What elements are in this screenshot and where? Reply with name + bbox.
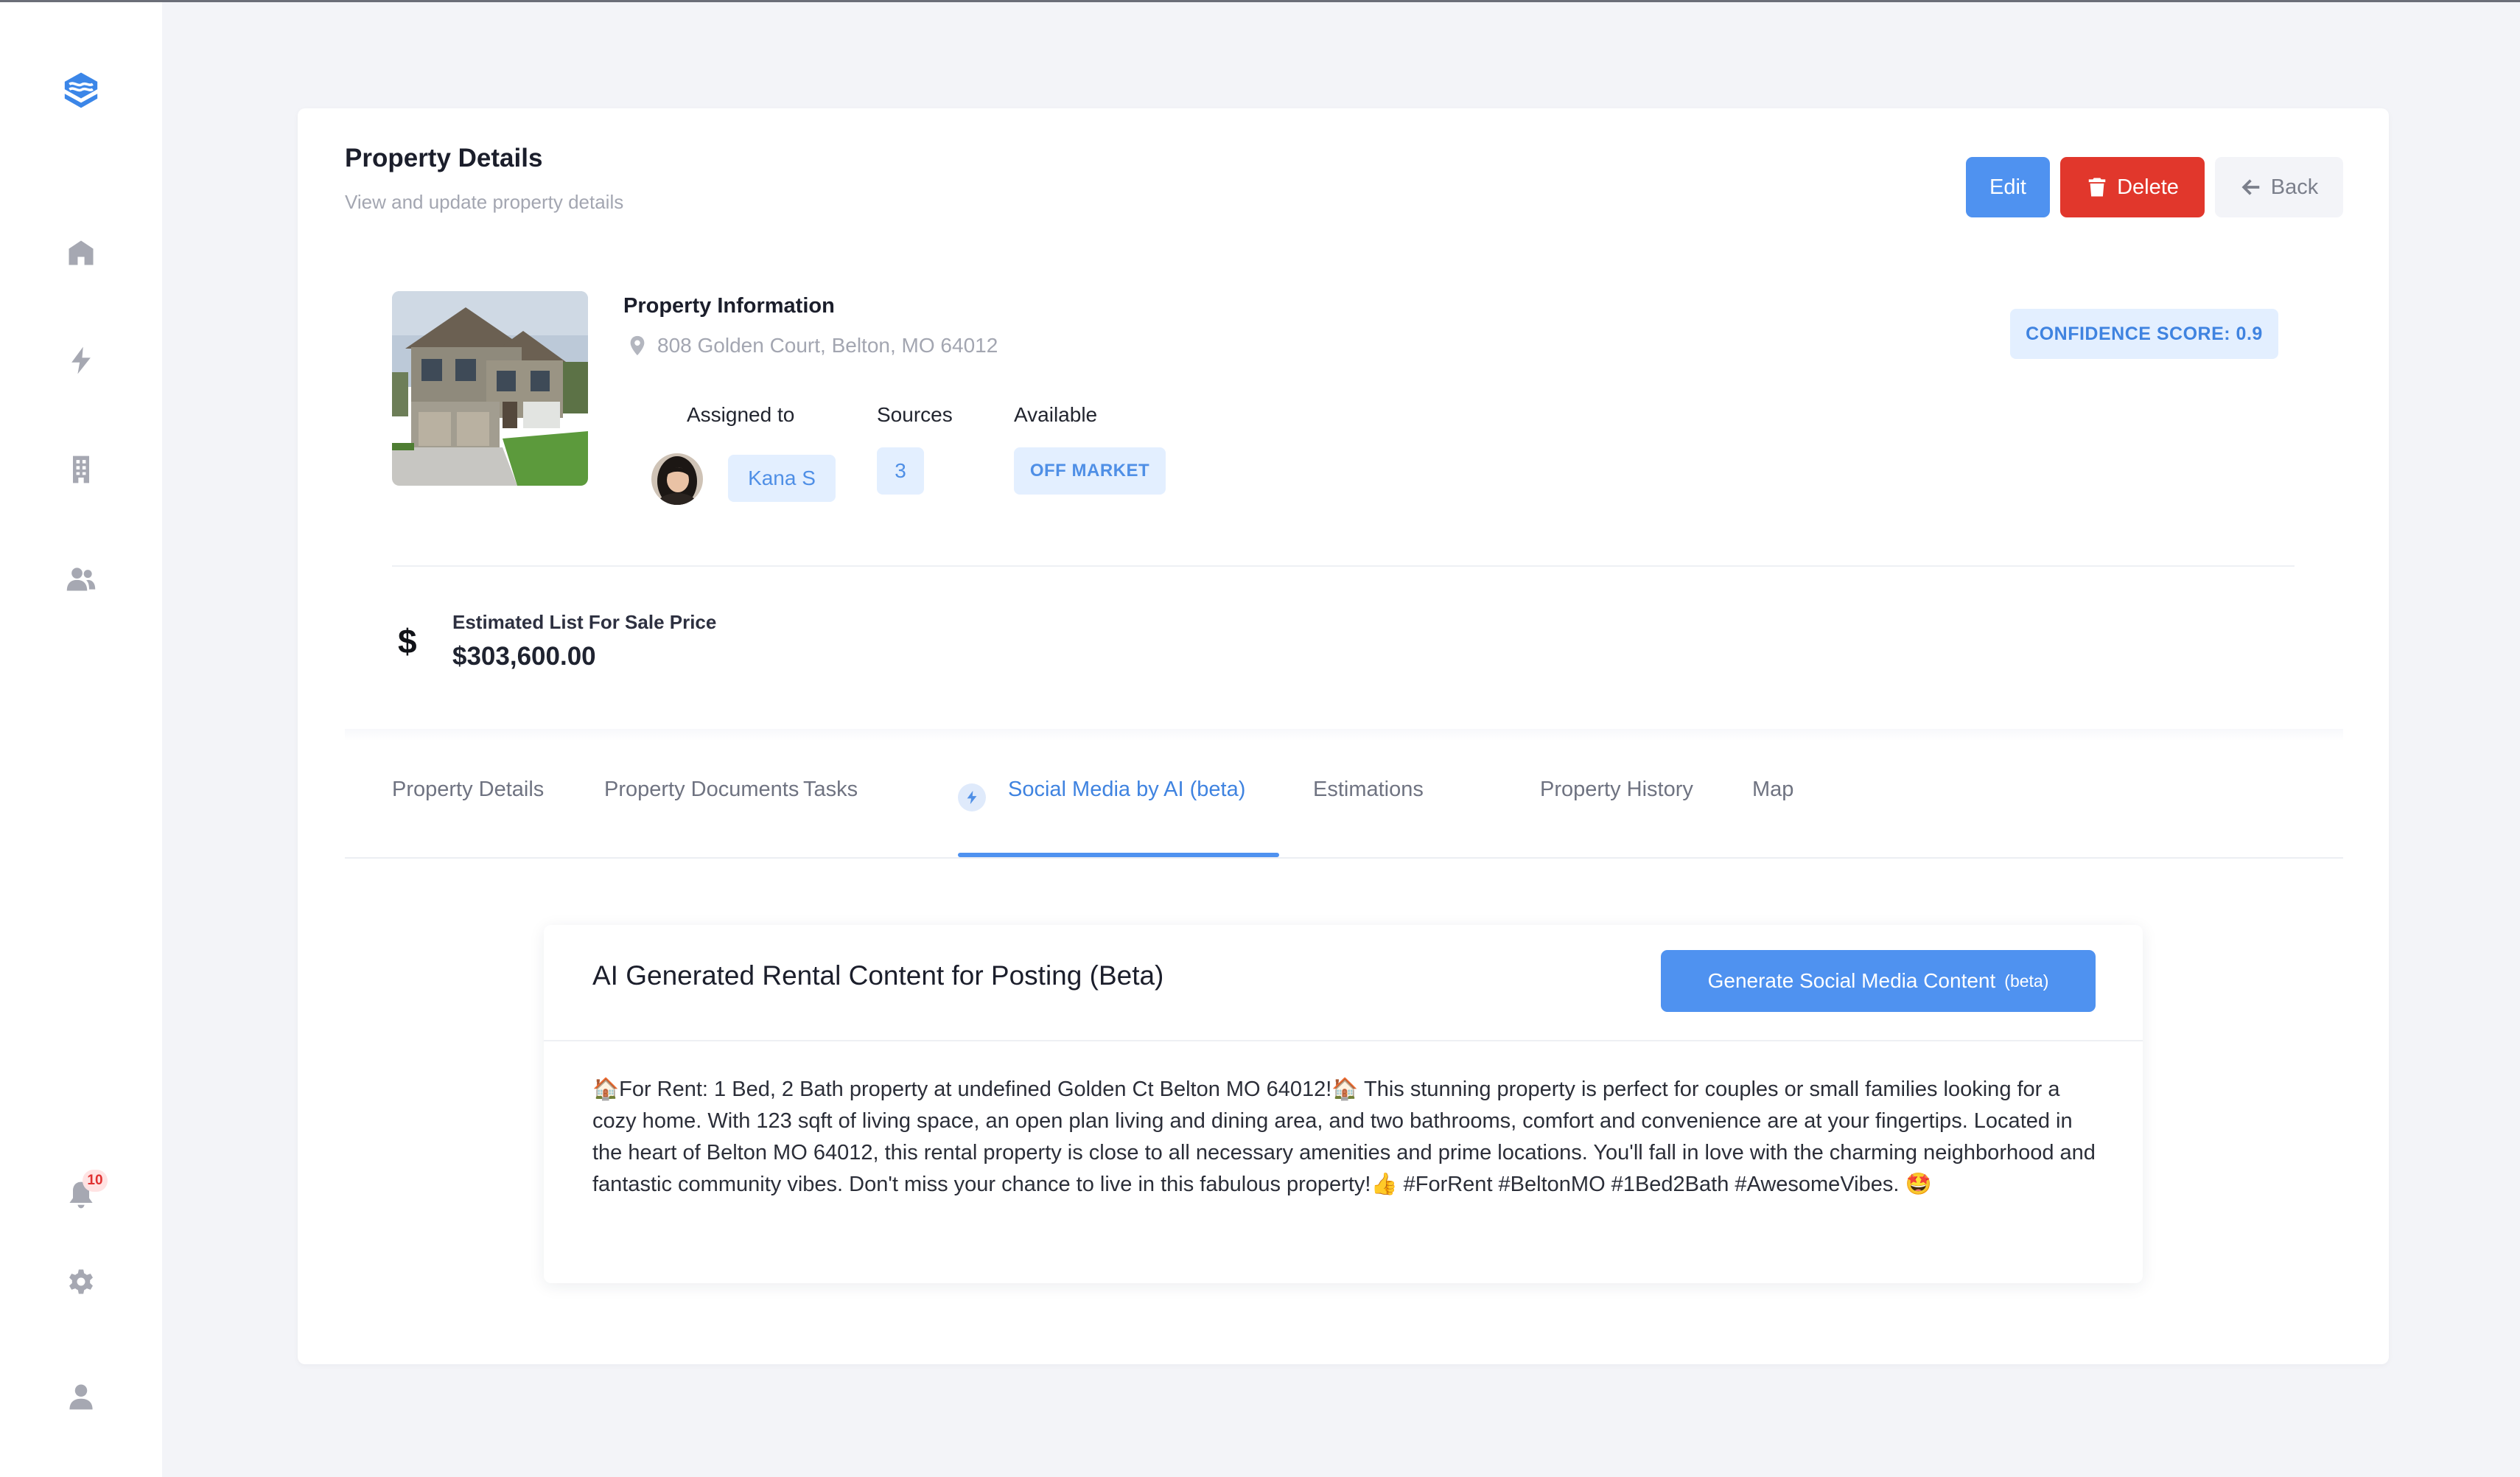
price-label: Estimated List For Sale Price [452, 611, 717, 633]
sources-count: 3 [895, 459, 906, 482]
ai-content-panel: AI Generated Rental Content for Posting … [544, 925, 2143, 1283]
property-photo [392, 291, 588, 486]
panel-divider [544, 1040, 2143, 1041]
page-title: Property Details [345, 144, 543, 172]
bolt-icon [958, 783, 986, 811]
property-address: 808 Golden Court, Belton, MO 64012 [626, 334, 998, 357]
page-subtitle: View and update property details [345, 191, 624, 213]
bolt-icon[interactable] [59, 338, 103, 383]
generate-content-button[interactable]: Generate Social Media Content (beta) [1661, 950, 2096, 1012]
users-icon[interactable] [59, 556, 103, 601]
tab-map[interactable]: Map [1752, 778, 1793, 802]
tab-property-details[interactable]: Property Details [392, 778, 544, 802]
generate-button-label: Generate Social Media Content [1707, 969, 1996, 992]
gear-icon[interactable] [59, 1260, 103, 1304]
assignee-pill[interactable]: Kana S [728, 455, 836, 502]
section-divider [392, 565, 2295, 567]
edit-button[interactable]: Edit [1966, 157, 2050, 217]
generate-button-beta: (beta) [2004, 971, 2049, 991]
available-label: Available [1014, 403, 1098, 426]
sources-label: Sources [877, 403, 953, 426]
delete-button[interactable]: Delete [2060, 157, 2205, 217]
ai-generated-content: 🏠For Rent: 1 Bed, 2 Bath property at und… [592, 1078, 2096, 1196]
building-icon[interactable] [59, 447, 103, 492]
user-icon[interactable] [59, 1375, 103, 1419]
tab-estimations[interactable]: Estimations [1313, 778, 1424, 802]
back-button-label: Back [2270, 175, 2319, 199]
sources-count-pill[interactable]: 3 [877, 447, 924, 495]
bell-icon[interactable]: 10 [59, 1170, 108, 1217]
avatar [651, 453, 703, 505]
property-address-text: 808 Golden Court, Belton, MO 64012 [657, 334, 998, 357]
property-tabs: Property Details Property Documents Task… [345, 741, 2343, 859]
edit-button-label: Edit [1989, 175, 2026, 199]
section-separator [345, 729, 2343, 741]
layers-logo-icon[interactable] [59, 69, 103, 113]
assigned-to-label: Assigned to [687, 403, 795, 426]
notification-badge: 10 [83, 1170, 108, 1192]
property-details-card: Property Details View and update propert… [298, 108, 2389, 1364]
ai-panel-title: AI Generated Rental Content for Posting … [592, 960, 1164, 991]
confidence-score-text: CONFIDENCE SCORE: 0.9 [2026, 323, 2263, 344]
delete-button-label: Delete [2117, 175, 2179, 199]
tab-property-documents[interactable]: Property Documents [604, 778, 799, 802]
tab-tasks[interactable]: Tasks [803, 778, 858, 802]
home-icon[interactable] [59, 231, 103, 275]
availability-status-badge: OFF MARKET [1014, 447, 1166, 495]
active-tab-indicator [958, 853, 1279, 857]
dollar-icon: $ [398, 622, 417, 660]
tab-property-history[interactable]: Property History [1540, 778, 1693, 802]
price-value: $303,600.00 [452, 642, 596, 671]
arrow-left-icon [2241, 179, 2259, 195]
assignee-name: Kana S [748, 467, 816, 489]
back-button[interactable]: Back [2215, 157, 2343, 217]
availability-status-text: OFF MARKET [1029, 461, 1150, 481]
confidence-score-badge: CONFIDENCE SCORE: 0.9 [2010, 309, 2278, 359]
map-pin-icon [630, 335, 645, 356]
trash-icon [2088, 178, 2106, 197]
sidebar: 10 [0, 2, 162, 1477]
property-information-title: Property Information [623, 294, 835, 318]
tab-social-media-ai[interactable]: Social Media by AI (beta) [1008, 778, 1245, 802]
